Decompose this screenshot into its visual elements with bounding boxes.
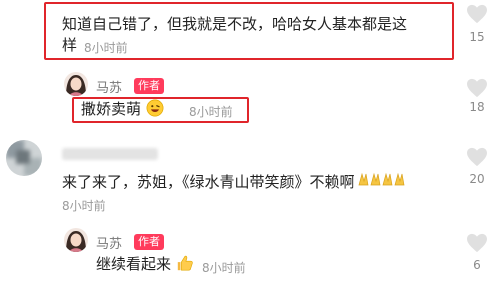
reply-text: 继续看起来 (96, 255, 172, 273)
heart-icon[interactable] (466, 233, 488, 253)
reply-content: 撒娇卖萌 (81, 98, 164, 120)
reply-time: 8小时前 (202, 261, 246, 275)
avatar[interactable] (64, 72, 88, 96)
like-count: 6 (473, 258, 481, 272)
comment-text: 来了来了，苏姐，《绿水青山带笑颜》不赖啊 (62, 171, 406, 193)
author-badge: 作者 (134, 234, 164, 250)
comment-time: 8小时前 (62, 199, 106, 213)
heart-icon[interactable] (466, 78, 488, 98)
like-count: 15 (469, 30, 485, 44)
comment-text: 来了来了，苏姐，《绿水青山带笑颜》不赖啊 (62, 173, 355, 191)
author-badge: 作者 (134, 78, 164, 94)
clapping-hands-icon (358, 171, 406, 193)
reply-author-name[interactable]: 马苏 (96, 233, 122, 252)
avatar[interactable] (64, 228, 88, 252)
reply-author-name[interactable]: 马苏 (96, 77, 122, 96)
comment-text-continued: 样 (62, 36, 78, 54)
heart-icon[interactable] (466, 147, 488, 167)
avatar-blurred[interactable] (6, 140, 42, 176)
heart-icon[interactable] (466, 4, 488, 24)
reply-content: 继续看起来 (96, 253, 194, 275)
like-count: 20 (469, 172, 485, 186)
like-count: 18 (469, 100, 485, 114)
comment-time: 8小时前 (84, 41, 128, 55)
username-blurred (62, 148, 158, 160)
comment-text: 知道自己错了，但我就是不改，哈哈女人基本都是这 (62, 15, 408, 33)
grinning-face-icon (146, 99, 164, 117)
reply-time: 8小时前 (189, 105, 233, 119)
reply-text: 撒娇卖萌 (81, 100, 142, 118)
thumbs-up-icon (177, 255, 193, 271)
